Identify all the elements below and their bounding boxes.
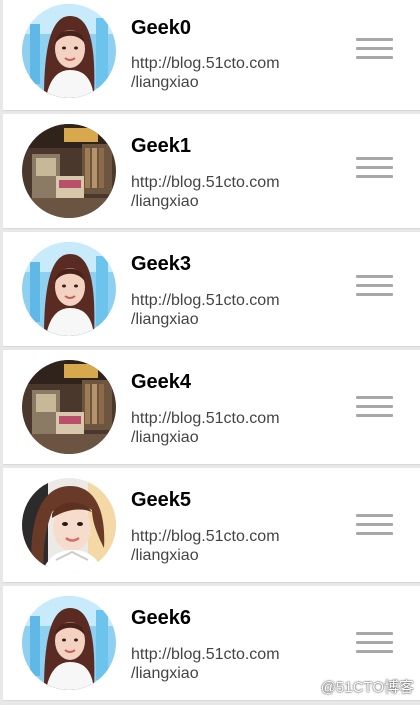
item-url-line1: http://blog.51cto.com xyxy=(131,410,280,427)
drag-handle-icon[interactable] xyxy=(356,275,393,297)
item-url-line2: /liangxiao xyxy=(131,311,199,328)
item-title: Geek4 xyxy=(131,371,192,393)
item-url-line2: /liangxiao xyxy=(131,429,199,446)
item-url[interactable]: http://blog.51cto.com /liangxiao xyxy=(131,527,331,565)
photo-blue-portrait-icon xyxy=(22,242,116,336)
item-url-line2: /liangxiao xyxy=(131,665,199,682)
item-title: Geek6 xyxy=(131,607,192,629)
item-url-line2: /liangxiao xyxy=(131,193,199,210)
item-url-line1: http://blog.51cto.com xyxy=(131,646,280,663)
geek-list: Geek0 http://blog.51cto.com /liangxiao G… xyxy=(0,0,420,705)
item-url-line1: http://blog.51cto.com xyxy=(131,292,280,309)
drag-handle-icon[interactable] xyxy=(356,632,393,654)
photo-blue-portrait-icon xyxy=(22,596,116,690)
item-title: Geek1 xyxy=(131,135,192,157)
watermark: @51CTO博客 xyxy=(320,679,414,696)
item-title: Geek3 xyxy=(131,253,192,275)
item-url-line2: /liangxiao xyxy=(131,547,199,564)
list-item[interactable]: Geek3 http://blog.51cto.com /liangxiao xyxy=(3,232,420,346)
photo-bookshelf-scene-icon xyxy=(22,360,116,454)
photo-bookshelf-scene-icon xyxy=(22,124,116,218)
drag-handle-icon[interactable] xyxy=(356,157,393,179)
item-url-line1: http://blog.51cto.com xyxy=(131,528,280,545)
item-url-line2: /liangxiao xyxy=(131,74,199,91)
item-url[interactable]: http://blog.51cto.com /liangxiao xyxy=(131,173,331,211)
item-title: Geek0 xyxy=(131,17,192,39)
item-url[interactable]: http://blog.51cto.com /liangxiao xyxy=(131,54,331,92)
item-url[interactable]: http://blog.51cto.com /liangxiao xyxy=(131,645,331,683)
photo-selfie-portrait-icon xyxy=(22,478,116,572)
drag-handle-icon[interactable] xyxy=(356,514,393,536)
list-item[interactable]: Geek1 http://blog.51cto.com /liangxiao xyxy=(3,114,420,228)
drag-handle-icon[interactable] xyxy=(356,38,393,60)
list-item[interactable]: Geek0 http://blog.51cto.com /liangxiao xyxy=(3,0,420,110)
item-url-line1: http://blog.51cto.com xyxy=(131,174,280,191)
item-url[interactable]: http://blog.51cto.com /liangxiao xyxy=(131,291,331,329)
list-item[interactable]: Geek4 http://blog.51cto.com /liangxiao xyxy=(3,350,420,464)
item-url[interactable]: http://blog.51cto.com /liangxiao xyxy=(131,409,331,447)
list-item[interactable]: Geek5 http://blog.51cto.com /liangxiao xyxy=(3,468,420,582)
item-title: Geek5 xyxy=(131,489,192,511)
drag-handle-icon[interactable] xyxy=(356,396,393,418)
photo-blue-portrait-icon xyxy=(22,4,116,98)
item-url-line1: http://blog.51cto.com xyxy=(131,55,280,72)
